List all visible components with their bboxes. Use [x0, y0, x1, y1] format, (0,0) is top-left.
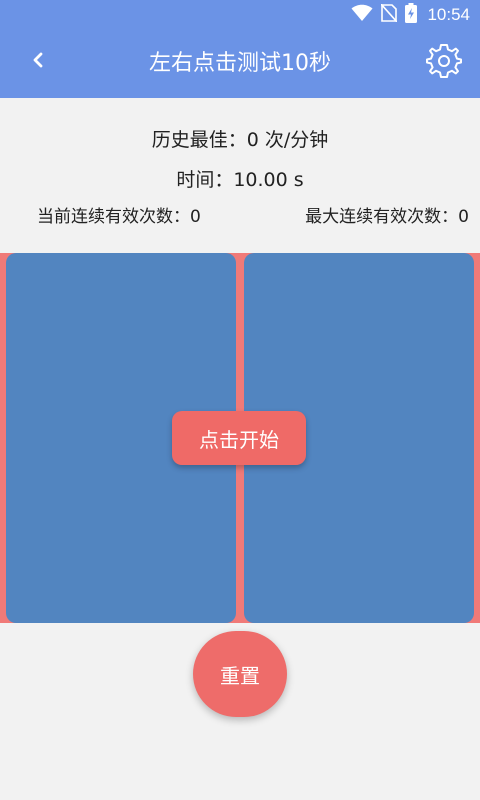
wifi-icon — [351, 4, 373, 26]
time-line: 时间：10.00 s — [0, 165, 480, 192]
no-sim-icon — [380, 3, 399, 26]
status-time: 10:54 — [427, 5, 470, 24]
current-streak-label: 当前连续有效次数： — [37, 207, 190, 227]
current-streak: 当前连续有效次数：0 — [37, 202, 201, 227]
battery-charging-icon — [405, 3, 418, 27]
start-button[interactable]: 点击开始 — [172, 411, 306, 465]
gear-icon — [426, 42, 462, 82]
page-title: 左右点击测试10秒 — [149, 51, 331, 76]
max-streak-label: 最大连续有效次数： — [305, 207, 459, 227]
tap-area: 点击开始 — [0, 253, 480, 623]
app-bar: 左右点击测试10秒 — [0, 30, 480, 98]
settings-button[interactable] — [424, 42, 464, 82]
best-score-line: 历史最佳：0 次/分钟 — [0, 125, 480, 152]
status-icons: 10:54 — [351, 0, 470, 30]
reset-button[interactable]: 重置 — [193, 631, 287, 717]
time-label: 时间： — [176, 169, 234, 191]
back-button[interactable] — [18, 42, 58, 82]
time-value: 10.00 s — [233, 169, 304, 191]
current-streak-value: 0 — [190, 207, 201, 227]
status-bar: 10:54 — [0, 0, 480, 30]
chevron-left-icon — [30, 51, 46, 73]
streak-row: 当前连续有效次数：0 最大连续有效次数：0 — [0, 202, 480, 232]
best-score-label: 历史最佳： — [151, 129, 247, 151]
best-score-value: 0 次/分钟 — [246, 129, 329, 151]
max-streak-value: 0 — [458, 207, 469, 227]
max-streak: 最大连续有效次数：0 — [305, 202, 469, 227]
